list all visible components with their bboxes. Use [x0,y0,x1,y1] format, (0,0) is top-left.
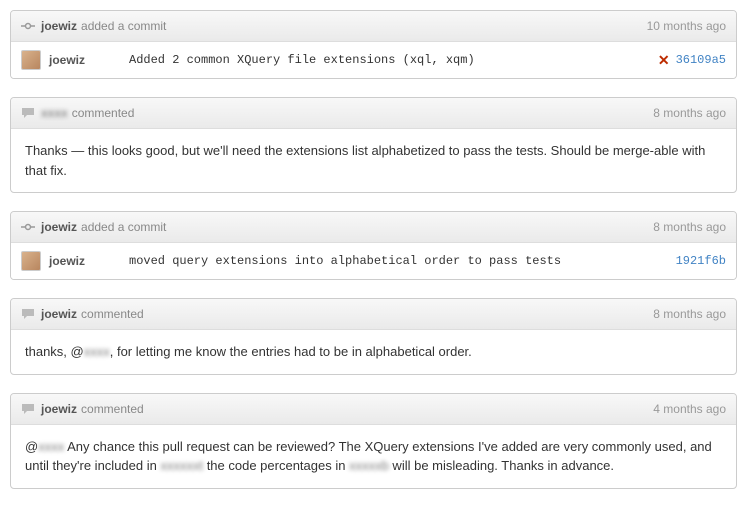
text: the code percentages in [203,458,349,473]
comment-header: xxxx commented 8 months ago [11,98,736,129]
header-time: 10 months ago [647,19,726,33]
commit-row: joewiz Added 2 common XQuery file extens… [11,42,736,78]
avatar[interactable] [21,251,41,271]
commit-message[interactable]: moved query extensions into alphabetical… [129,254,676,268]
header-time: 8 months ago [653,106,726,120]
commit-message[interactable]: Added 2 common XQuery file extensions (x… [129,53,658,67]
comment-icon [21,307,35,321]
comment-icon [21,402,35,416]
comment-body: thanks, @xxxx, for letting me know the e… [11,330,736,374]
text: will be misleading. Thanks in advance. [389,458,614,473]
comment-block: joewiz commented 4 months ago @xxxx Any … [10,393,737,489]
comment-header: joewiz commented 4 months ago [11,394,736,425]
commit-row: joewiz moved query extensions into alpha… [11,243,736,279]
mention[interactable]: xxxx [38,439,64,454]
header-time: 4 months ago [653,402,726,416]
header-action: added a commit [81,19,166,33]
mention[interactable]: xxxx [84,344,110,359]
header-user[interactable]: joewiz [41,19,77,33]
text: @ [25,439,38,454]
commit-author[interactable]: joewiz [49,254,129,268]
header-time: 8 months ago [653,220,726,234]
commit-sha-link[interactable]: 1921f6b [676,254,726,268]
commit-sha-link[interactable]: 36109a5 [676,53,726,67]
text: , for letting me know the entries had to… [110,344,472,359]
header-user[interactable]: joewiz [41,307,77,321]
commit-icon [21,220,35,234]
commit-block: joewiz added a commit 10 months ago joew… [10,10,737,79]
comment-block: joewiz commented 8 months ago thanks, @x… [10,298,737,375]
header-action: commented [81,402,144,416]
header-action: commented [72,106,135,120]
commit-icon [21,19,35,33]
header-user[interactable]: xxxx [41,106,68,120]
commit-block: joewiz added a commit 8 months ago joewi… [10,211,737,280]
header-user[interactable]: joewiz [41,220,77,234]
commit-header: joewiz added a commit 10 months ago [11,11,736,42]
text: thanks, @ [25,344,84,359]
mention: xxxxxb [349,458,389,473]
comment-icon [21,106,35,120]
comment-body: Thanks — this looks good, but we'll need… [11,129,736,192]
mention: xxxxxxt [160,458,203,473]
comment-body: @xxxx Any chance this pull request can b… [11,425,736,488]
commit-header: joewiz added a commit 8 months ago [11,212,736,243]
header-action: commented [81,307,144,321]
commit-author[interactable]: joewiz [49,53,129,67]
comment-header: joewiz commented 8 months ago [11,299,736,330]
header-user[interactable]: joewiz [41,402,77,416]
avatar[interactable] [21,50,41,70]
comment-block: xxxx commented 8 months ago Thanks — thi… [10,97,737,193]
header-action: added a commit [81,220,166,234]
header-time: 8 months ago [653,307,726,321]
status-fail-icon[interactable]: ✕ [658,52,670,69]
